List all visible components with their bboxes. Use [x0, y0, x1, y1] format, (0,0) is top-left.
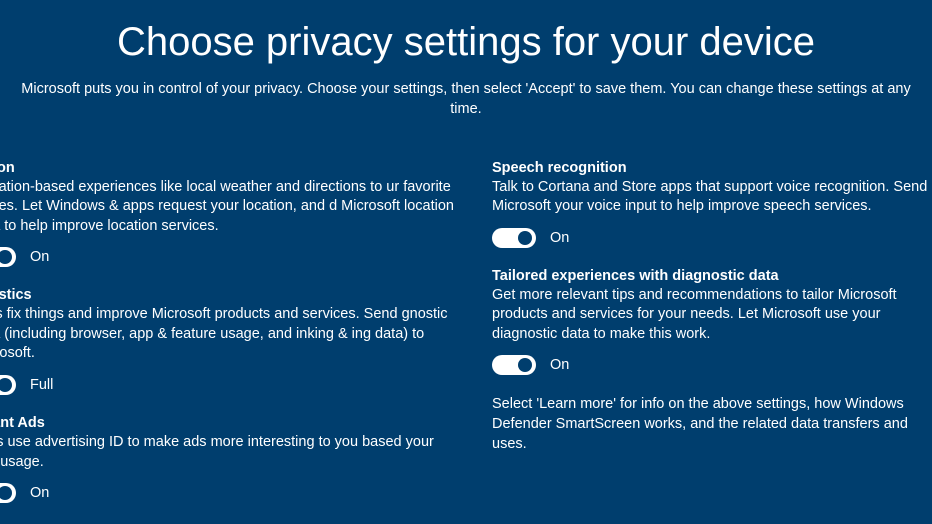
setting-description: apps use advertising ID to make ads more… — [0, 433, 462, 472]
setting-title: levant Ads — [0, 415, 462, 431]
setting-diagnostics: gnostics lp us fix things and improve Mi… — [0, 287, 462, 395]
toggle-knob-icon — [0, 486, 12, 500]
setting-speech-recognition: Speech recognition Talk to Cortana and S… — [492, 160, 932, 248]
toggle-knob-icon — [518, 231, 532, 245]
setting-description: t location-based experiences like local … — [0, 178, 462, 237]
setting-relevant-ads: levant Ads apps use advertising ID to ma… — [0, 415, 462, 503]
toggle-row: On — [492, 228, 932, 248]
toggle-label: On — [30, 249, 49, 265]
toggle-row: On — [0, 247, 462, 267]
location-toggle[interactable] — [0, 247, 16, 267]
settings-columns: cation t location-based experiences like… — [0, 160, 932, 524]
diagnostics-toggle[interactable] — [0, 375, 16, 395]
learn-more-footnote: Select 'Learn more' for info on the abov… — [492, 395, 932, 454]
privacy-settings-page: Choose privacy settings for your device … — [0, 0, 932, 523]
setting-title: cation — [0, 160, 462, 176]
setting-location: cation t location-based experiences like… — [0, 160, 462, 268]
setting-description: Talk to Cortana and Store apps that supp… — [492, 178, 932, 217]
toggle-label: On — [550, 357, 569, 373]
setting-title: gnostics — [0, 287, 462, 303]
setting-description: Get more relevant tips and recommendatio… — [492, 286, 932, 345]
setting-title: Speech recognition — [492, 160, 932, 176]
toggle-label: On — [550, 230, 569, 246]
setting-title: Tailored experiences with diagnostic dat… — [492, 268, 932, 284]
toggle-row: On — [492, 355, 932, 375]
speech-recognition-toggle[interactable] — [492, 228, 536, 248]
relevant-ads-toggle[interactable] — [0, 483, 16, 503]
page-title: Choose privacy settings for your device — [0, 20, 932, 65]
settings-column-right: Speech recognition Talk to Cortana and S… — [492, 160, 932, 524]
settings-column-left: cation t location-based experiences like… — [0, 160, 462, 524]
toggle-knob-icon — [0, 250, 12, 264]
toggle-label: On — [30, 485, 49, 501]
toggle-knob-icon — [518, 358, 532, 372]
toggle-row: Full — [0, 375, 462, 395]
toggle-knob-icon — [0, 378, 12, 392]
page-subtitle: Microsoft puts you in control of your pr… — [6, 79, 926, 120]
toggle-label: Full — [30, 377, 53, 393]
setting-description: lp us fix things and improve Microsoft p… — [0, 305, 462, 364]
tailored-experiences-toggle[interactable] — [492, 355, 536, 375]
setting-tailored-experiences: Tailored experiences with diagnostic dat… — [492, 268, 932, 376]
toggle-row: On — [0, 483, 462, 503]
